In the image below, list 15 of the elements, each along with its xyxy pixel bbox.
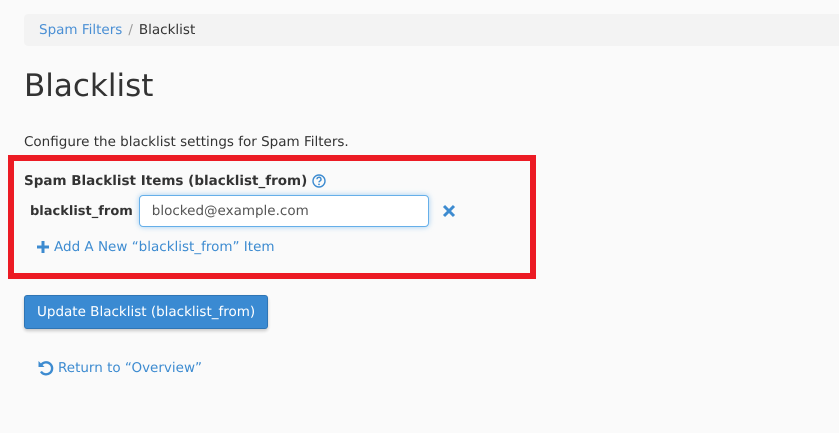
help-icon[interactable]: [312, 174, 326, 188]
breadcrumb-separator: /: [128, 22, 133, 38]
section-label: Spam Blacklist Items (blacklist_from): [24, 173, 308, 189]
undo-icon: [37, 359, 55, 377]
item-input-field[interactable]: blocked@example.com: [138, 195, 429, 227]
breadcrumb-link[interactable]: Spam Filters: [39, 22, 122, 38]
plus-icon: [37, 241, 49, 253]
page-title: Blacklist: [24, 68, 154, 104]
item-label: blacklist_from: [30, 204, 133, 218]
update-button[interactable]: Update Blacklist (blacklist_from): [24, 295, 268, 329]
return-link[interactable]: Return to “Overview”: [37, 359, 202, 377]
page-description: Configure the blacklist settings for Spam Filters.: [24, 134, 350, 150]
remove-icon[interactable]: [442, 204, 456, 218]
add-item-link[interactable]: Add A New “blacklist_from” Item: [37, 239, 275, 255]
breadcrumb-current: Blacklist: [138, 22, 196, 38]
